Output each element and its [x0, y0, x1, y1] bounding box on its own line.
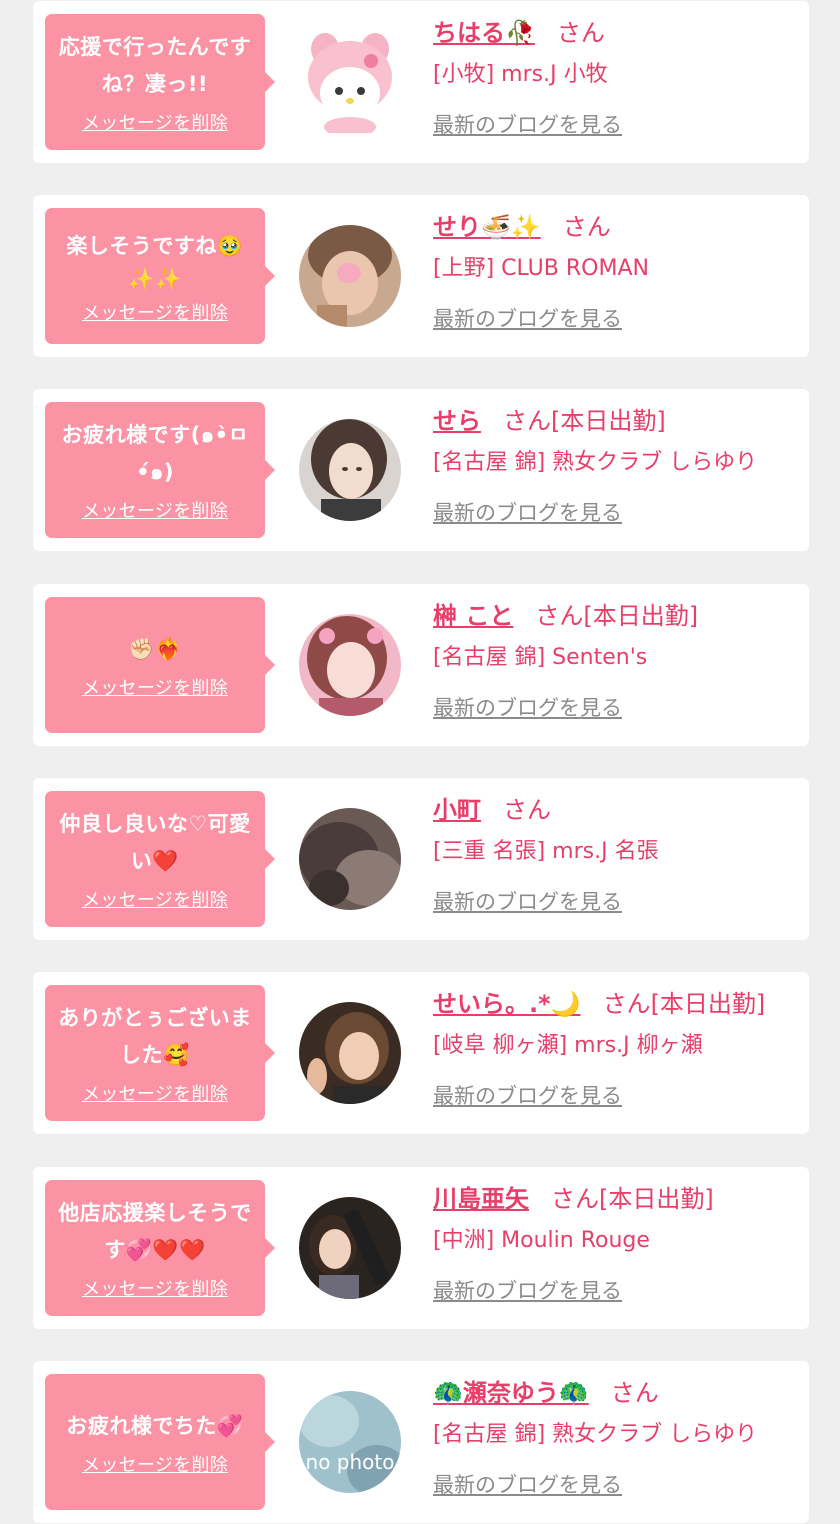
profile-name-link[interactable]: せら: [433, 407, 481, 435]
message-card: 楽しそうですね🥹 ✨✨ メッセージを削除 せり🍜✨ さん [上野] CLUB RO…: [33, 195, 809, 357]
message-text: お疲れ様でちた💞: [66, 1413, 244, 1438]
shop-name: [三重 名張] mrs.J 名張: [433, 839, 659, 864]
delete-message-link[interactable]: メッセージを削除: [82, 886, 228, 912]
my-melody-plush-icon: [308, 33, 392, 133]
avatar[interactable]: [299, 808, 401, 910]
delete-message-link[interactable]: メッセージを削除: [82, 1080, 228, 1106]
message-text: お疲れ様です(๑•̀ㅁ•́๑): [61, 423, 249, 484]
honorific: さん: [535, 602, 584, 630]
honorific: さん: [503, 796, 551, 824]
honorific: さん: [556, 19, 605, 47]
latest-blog-link[interactable]: 最新のブログを見る: [433, 1076, 622, 1116]
profile-info: せり🍜✨ さん [上野] CLUB ROMAN 最新のブログを見る: [433, 209, 803, 339]
profile-info: ちはる🥀 さん [小牧] mrs.J 小牧 最新のブログを見る: [433, 15, 803, 145]
delete-message-link[interactable]: メッセージを削除: [82, 497, 228, 523]
selfie-photo-icon: [299, 419, 401, 521]
message-card: 応援で行ったんですね？凄っ!! メッセージを削除 ちはる🥀 さん [小牧] mrs…: [33, 1, 809, 163]
message-text: 楽しそうですね🥹: [66, 233, 244, 258]
avatar[interactable]: [299, 1002, 401, 1104]
message-text: 仲良し良いな♡可愛い❤️: [59, 812, 251, 873]
honorific: さん: [610, 1379, 659, 1407]
latest-blog-link[interactable]: 最新のブログを見る: [433, 493, 622, 533]
shop-name: [上野] CLUB ROMAN: [433, 256, 649, 281]
delete-message-link[interactable]: メッセージを削除: [82, 1275, 228, 1301]
shop-name: [小牧] mrs.J 小牧: [433, 62, 608, 87]
shop-name: [中洲] Moulin Rouge: [433, 1228, 650, 1253]
profile-info: 川島亜矢 さん[本日出勤] [中洲] Moulin Rouge 最新のブログを見る: [433, 1181, 803, 1311]
avatar[interactable]: [299, 614, 401, 716]
message-card: 仲良し良いな♡可愛い❤️ メッセージを削除 小町 さん [三重 名張] mrs.J…: [33, 778, 809, 940]
profile-name-link[interactable]: 川島亜矢: [433, 1185, 529, 1213]
profile-name-link[interactable]: 榊 こと: [433, 602, 513, 630]
profile-name-link[interactable]: 🦚瀬奈ゆう🦚: [433, 1379, 589, 1407]
profile-info: 🦚瀬奈ゆう🦚 さん [名古屋 錦] 熟女クラブ しらゆり 最新のブログを見る: [433, 1375, 803, 1505]
profile-name-link[interactable]: 小町: [433, 796, 481, 824]
message-bubble: 他店応援楽しそうです💞❤️❤️ メッセージを削除: [45, 1180, 275, 1316]
shop-name: [名古屋 錦] 熟女クラブ しらゆり: [433, 1422, 758, 1447]
message-card: ありがとぅございました🥰 メッセージを削除 せいら。.*🌙 さん[本日出勤] [岐…: [33, 972, 809, 1134]
delete-message-link[interactable]: メッセージを削除: [82, 109, 228, 135]
champagne-photo-icon: [299, 1197, 401, 1299]
profile-info: せいら。.*🌙 さん[本日出勤] [岐阜 柳ヶ瀬] mrs.J 柳ヶ瀬 最新のブロ…: [433, 986, 803, 1116]
shop-name: [岐阜 柳ヶ瀬] mrs.J 柳ヶ瀬: [433, 1033, 703, 1058]
avatar[interactable]: [299, 31, 401, 133]
message-bubble: お疲れ様です(๑•̀ㅁ•́๑) メッセージを削除: [45, 402, 275, 538]
message-bubble: お疲れ様でちた💞 メッセージを削除: [45, 1374, 275, 1510]
dark-blurred-photo-icon: [299, 808, 401, 910]
latest-blog-link[interactable]: 最新のブログを見る: [433, 882, 622, 922]
message-text: 他店応援楽しそうです💞❤️❤️: [58, 1201, 252, 1262]
latest-blog-link[interactable]: 最新のブログを見る: [433, 688, 622, 728]
latest-blog-link[interactable]: 最新のブログを見る: [433, 299, 622, 339]
delete-message-link[interactable]: メッセージを削除: [82, 299, 228, 325]
profile-info: せら さん[本日出勤] [名古屋 錦] 熟女クラブ しらゆり 最新のブログを見る: [433, 403, 803, 533]
message-list: 応援で行ったんですね？凄っ!! メッセージを削除 ちはる🥀 さん [小牧] mrs…: [0, 0, 840, 1524]
message-card: ✊🏻❤️‍🔥 メッセージを削除 榊 こと さん[本日出勤] [名古屋 錦] Sen…: [33, 584, 809, 746]
message-text: ありがとぅございました🥰: [58, 1006, 252, 1067]
status-badge: [本日出勤]: [551, 407, 666, 435]
message-card: 他店応援楽しそうです💞❤️❤️ メッセージを削除 川島亜矢 さん[本日出勤] [中…: [33, 1167, 809, 1329]
pink-filter-selfie-icon: [299, 614, 401, 716]
shop-name: [名古屋 錦] Senten's: [433, 645, 648, 670]
profile-name-link[interactable]: ちはる🥀: [433, 19, 535, 47]
avatar[interactable]: [299, 419, 401, 521]
message-card: お疲れ様でちた💞 メッセージを削除 no photo 🦚瀬奈ゆう🦚 さん [名古屋…: [33, 1361, 809, 1523]
sparkles-icon: ✨✨: [128, 266, 182, 291]
peace-sign-selfie-icon: [299, 1002, 401, 1104]
profile-info: 小町 さん [三重 名張] mrs.J 名張 最新のブログを見る: [433, 792, 803, 922]
status-badge: [本日出勤]: [599, 1185, 714, 1213]
message-text: 応援で行ったんですね？凄っ!!: [58, 35, 252, 96]
message-bubble: 仲良し良いな♡可愛い❤️ メッセージを削除: [45, 791, 275, 927]
shop-name: [名古屋 錦] 熟女クラブ しらゆり: [433, 450, 758, 475]
avatar[interactable]: no photo: [299, 1391, 401, 1493]
no-photo-text: no photo: [306, 1450, 395, 1474]
avatar[interactable]: [299, 225, 401, 327]
message-bubble: 応援で行ったんですね？凄っ!! メッセージを削除: [45, 14, 275, 150]
honorific: さん: [602, 990, 651, 1018]
message-bubble: ✊🏻❤️‍🔥 メッセージを削除: [45, 597, 275, 733]
status-badge: [本日出勤]: [583, 602, 699, 630]
latest-blog-link[interactable]: 最新のブログを見る: [433, 105, 622, 145]
delete-message-link[interactable]: メッセージを削除: [82, 1451, 228, 1477]
latest-blog-link[interactable]: 最新のブログを見る: [433, 1465, 622, 1505]
no-photo-placeholder-icon: no photo: [299, 1391, 401, 1493]
honorific: さん: [503, 407, 551, 435]
latest-blog-link[interactable]: 最新のブログを見る: [433, 1271, 622, 1311]
honorific: さん: [551, 1185, 599, 1213]
avatar[interactable]: [299, 1197, 401, 1299]
blurred-face-photo-icon: [299, 225, 401, 327]
profile-name-link[interactable]: せり🍜✨: [433, 213, 541, 241]
message-text: ✊🏻❤️‍🔥: [128, 636, 182, 661]
message-bubble: 楽しそうですね🥹 ✨✨ メッセージを削除: [45, 208, 275, 344]
profile-name-link[interactable]: せいら。.*🌙: [433, 990, 581, 1018]
delete-message-link[interactable]: メッセージを削除: [82, 674, 228, 700]
message-bubble: ありがとぅございました🥰 メッセージを削除: [45, 985, 275, 1121]
status-badge: [本日出勤]: [650, 990, 766, 1018]
profile-info: 榊 こと さん[本日出勤] [名古屋 錦] Senten's 最新のブログを見る: [433, 598, 803, 728]
honorific: さん: [562, 213, 611, 241]
message-card: お疲れ様です(๑•̀ㅁ•́๑) メッセージを削除 せら さん[本日出勤] [名古屋…: [33, 389, 809, 551]
